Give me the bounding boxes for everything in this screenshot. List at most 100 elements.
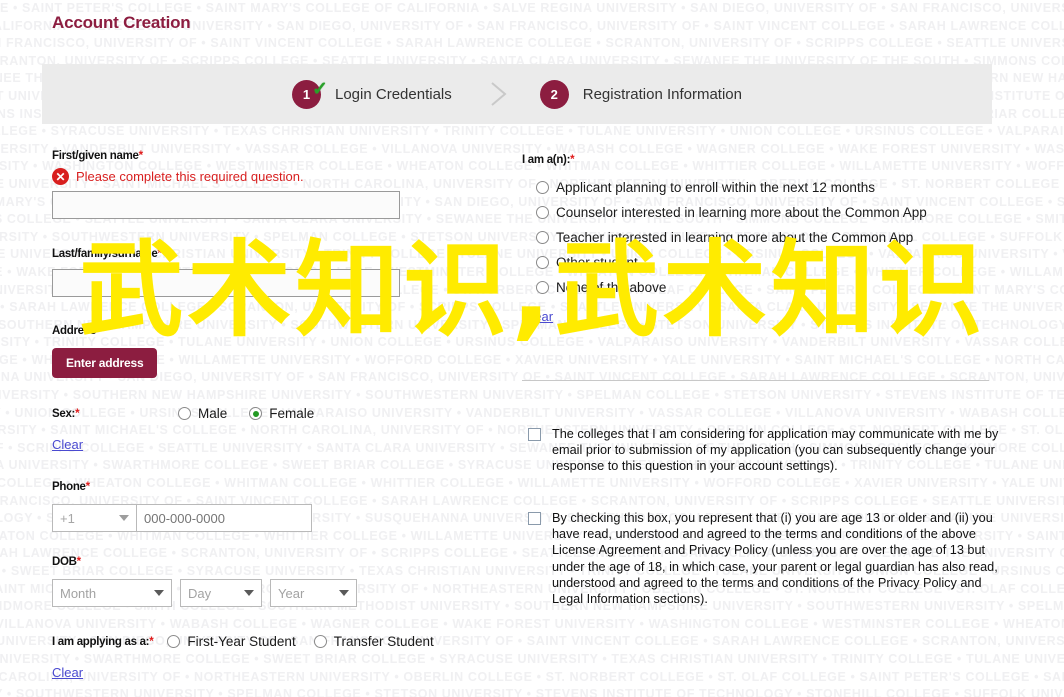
dob-day-value: Day [188, 585, 212, 601]
phone-label: Phone* [52, 481, 312, 493]
radio-female[interactable] [249, 407, 263, 420]
dob-label-text: DOB [52, 556, 77, 568]
required-asterisk: * [157, 248, 163, 260]
background-pattern-line: UNIVERSITY • VASSAR COLLEGE • VILLANOVA … [0, 616, 1064, 631]
phone-label-text: Phone [52, 481, 86, 493]
consent-email-text: The colleges that I am considering for a… [552, 427, 999, 474]
chevron-down-icon [154, 590, 164, 596]
applying-as-label: I am applying as a:* [52, 635, 154, 648]
applying-as-clear-link[interactable]: Clear [52, 665, 83, 680]
dob-year-select[interactable]: Year [270, 579, 357, 607]
step-1-label: Login Credentials [335, 85, 452, 103]
i-am-a-label-text: I am a(n): [522, 154, 571, 166]
last-name-label-text: Last/family/surname [52, 248, 158, 260]
field-i-am-a: I am a(n):* Applicant planning to enroll… [522, 154, 927, 326]
error-x-icon: ✕ [52, 168, 69, 185]
i-am-a-option-3-label: Other student [556, 255, 638, 270]
checkbox-email-communication[interactable] [528, 428, 541, 441]
sex-label: Sex:* [52, 408, 178, 420]
first-name-error-text: Please complete this required question. [76, 169, 304, 184]
dob-selects: Month Day Year [52, 579, 357, 607]
required-asterisk: * [149, 635, 154, 648]
field-applying-as: I am applying as a:* First-Year Student … [52, 634, 434, 682]
background-pattern-line: IVERSITY • TRINITY COLLEGE • TULANE UNIV… [0, 335, 1064, 350]
i-am-a-option-teacher[interactable]: Teacher interested in learning more abou… [536, 230, 927, 245]
i-am-a-label: I am a(n):* [522, 154, 927, 166]
radio-other-student[interactable] [536, 256, 549, 269]
sex-option-male[interactable]: Male [178, 406, 227, 421]
chevron-down-icon [119, 515, 129, 521]
sex-clear-link[interactable]: Clear [52, 437, 83, 452]
required-asterisk: * [570, 154, 575, 166]
consent-checkbox-email[interactable]: The colleges that I am considering for a… [528, 426, 1022, 475]
required-asterisk: * [85, 481, 91, 493]
background-pattern-line: COLLEGE • SWEET BRIAR COLLEGE • SYRACUSE… [0, 124, 1064, 139]
i-am-a-option-2-label: Teacher interested in learning more abou… [556, 230, 914, 245]
i-am-a-options: Applicant planning to enroll within the … [536, 180, 927, 295]
dob-month-select[interactable]: Month [52, 579, 172, 607]
applying-as-option-first-year[interactable]: First-Year Student [167, 634, 296, 649]
radio-first-year-student[interactable] [167, 635, 181, 648]
i-am-a-option-counselor[interactable]: Counselor interested in learning more ab… [536, 205, 927, 220]
dob-year-value: Year [278, 585, 305, 601]
radio-transfer-student[interactable] [313, 635, 327, 648]
phone-number-input[interactable] [136, 504, 312, 532]
check-icon: ✓ [312, 78, 328, 100]
sex-option-female[interactable]: Female [249, 406, 314, 421]
field-sex: Sex:* Male Female Clear [52, 406, 314, 454]
page-title: Account Creation [52, 13, 191, 32]
section-divider [522, 380, 989, 381]
background-pattern-line: OF • SAN FRANCISCO, UNIVERSITY OF • SAIN… [0, 36, 1064, 51]
first-name-input[interactable] [52, 191, 400, 219]
background-pattern-line: E UNIVERSITY • SOUTHWESTERN UNIVERSITY •… [0, 687, 1064, 697]
radio-male[interactable] [178, 407, 191, 420]
sex-option-female-label: Female [269, 406, 315, 421]
field-last-name: Last/family/surname* [52, 248, 400, 297]
sex-label-text: Sex: [52, 407, 76, 420]
background-pattern-line: N METHODIST UNIVERSITY • SOUTHERN NEW HA… [0, 388, 1064, 403]
required-asterisk: * [95, 325, 101, 337]
step-2-label: Registration Information [582, 85, 742, 103]
first-name-label-text: First/given name [52, 150, 139, 162]
dob-month-value: Month [60, 585, 97, 601]
phone-country-code-select[interactable]: +1 [52, 504, 136, 532]
address-label-text: Address [52, 325, 96, 337]
radio-applicant[interactable] [536, 181, 549, 194]
last-name-label: Last/family/surname* [52, 248, 400, 260]
consent-terms-text: By checking this box, you represent that… [552, 511, 998, 607]
step-registration-information[interactable]: 2 Registration Information [539, 79, 742, 109]
i-am-a-option-other-student[interactable]: Other student [536, 255, 927, 270]
i-am-a-clear-link[interactable]: Clear [522, 309, 553, 324]
applying-as-transfer-label: Transfer Student [333, 634, 434, 649]
i-am-a-option-1-label: Counselor interested in learning more ab… [556, 205, 927, 220]
field-address: Address* Enter address [52, 325, 158, 378]
background-pattern-line: • SALVE REGINA UNIVERSITY • SAN DIEGO, U… [0, 370, 1064, 385]
consent-checkbox-terms[interactable]: By checking this box, you represent that… [528, 510, 1022, 607]
required-asterisk: * [138, 150, 144, 162]
enter-address-button[interactable]: Enter address [52, 348, 158, 378]
address-label: Address* [52, 325, 157, 337]
radio-teacher[interactable] [536, 231, 549, 244]
radio-none-of-the-above[interactable] [536, 281, 549, 294]
checkbox-terms-agreement[interactable] [528, 512, 541, 525]
applying-as-label-text: I am applying as a: [52, 635, 150, 648]
step-2-number: 2 [539, 79, 569, 109]
account-creation-page: E • SAINT PETER'S COLLEGE • SAINT MARY'S… [0, 0, 1064, 697]
required-asterisk: * [75, 407, 80, 420]
i-am-a-option-applicant[interactable]: Applicant planning to enroll within the … [536, 180, 927, 195]
i-am-a-option-4-label: None of the above [556, 280, 667, 295]
i-am-a-option-0-label: Applicant planning to enroll within the … [556, 180, 875, 195]
i-am-a-option-none[interactable]: None of the above [536, 280, 927, 295]
radio-counselor[interactable] [536, 206, 549, 219]
applying-as-first-year-label: First-Year Student [187, 634, 296, 649]
dob-day-select[interactable]: Day [180, 579, 262, 607]
first-name-label: First/given name* [52, 150, 400, 162]
step-login-credentials[interactable]: 1 ✓ Login Credentials [292, 78, 452, 109]
applying-as-option-transfer[interactable]: Transfer Student [313, 634, 434, 649]
progress-step-bar: 1 ✓ Login Credentials 2 Registration Inf… [42, 64, 992, 124]
first-name-error: ✕ Please complete this required question… [52, 168, 400, 185]
background-pattern-line: N COLLEGE • WHITTIER COLLEGE • WILLAMETT… [0, 352, 1064, 367]
dob-label: DOB* [52, 556, 357, 568]
field-first-name: First/given name* ✕ Please complete this… [52, 150, 400, 219]
last-name-input[interactable] [52, 269, 400, 297]
